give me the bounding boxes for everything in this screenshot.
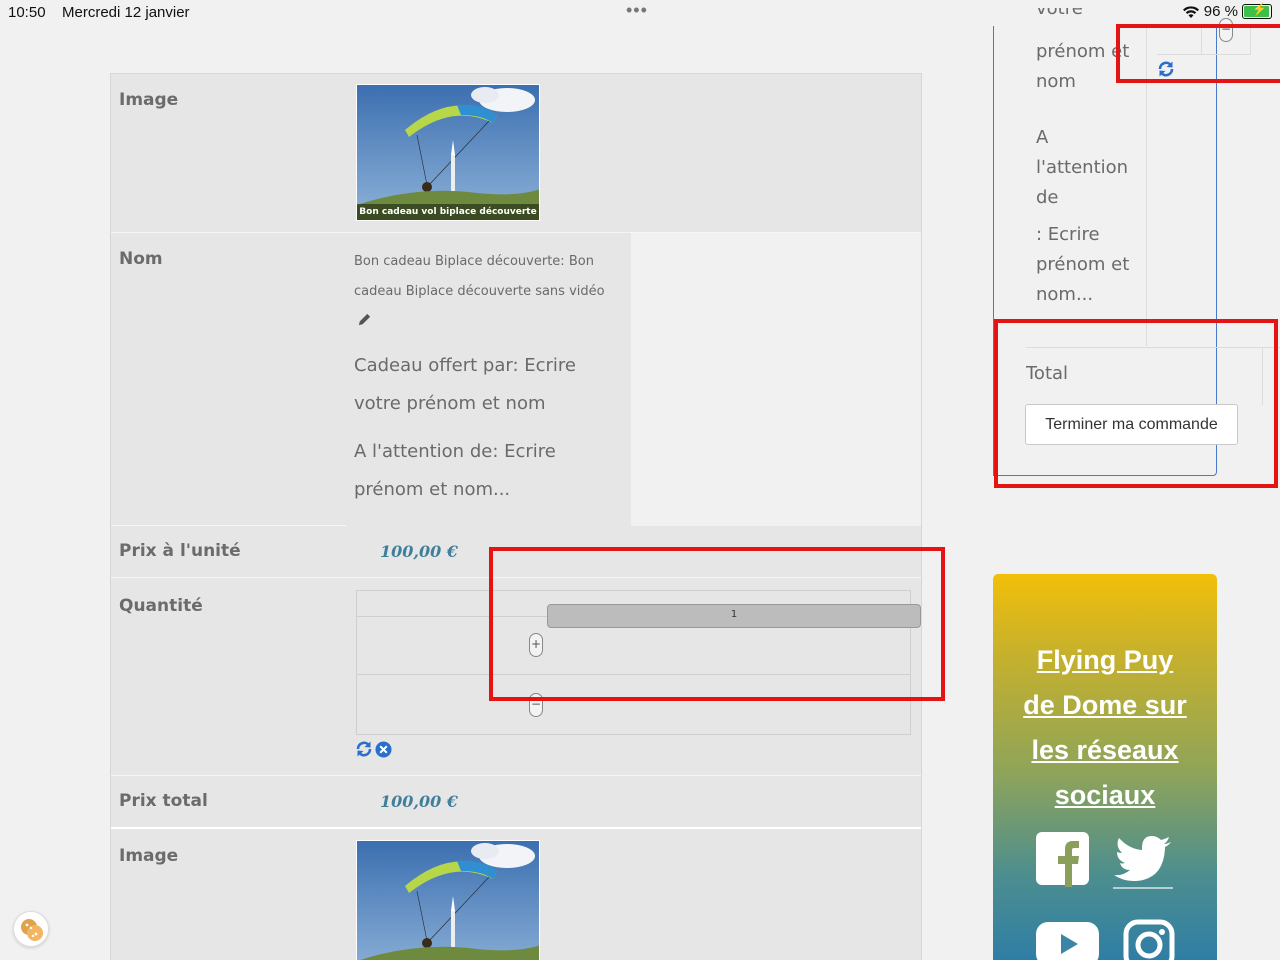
social-widget: Flying Puy de Dome sur les réseaux socia… bbox=[993, 574, 1217, 960]
gift-from-text: Cadeau offert par: Ecrire votre prénom e… bbox=[354, 355, 577, 414]
cart-row-total-price: Prix total 100,00 € bbox=[111, 776, 921, 829]
status-bar: 10:50 Mercredi 12 janvier ••• 96 % ⚡ bbox=[0, 0, 1280, 26]
youtube-icon[interactable] bbox=[1036, 922, 1099, 960]
multitasking-dots-icon[interactable]: ••• bbox=[626, 0, 648, 21]
wifi-icon bbox=[1182, 5, 1199, 18]
summary-text-7: prénom et bbox=[1036, 254, 1130, 275]
quantity-label: Quantité bbox=[119, 596, 203, 616]
annotation-box-top-right bbox=[1116, 24, 1280, 83]
social-title-link[interactable]: Flying Puy de Dome sur les réseaux socia… bbox=[993, 638, 1217, 818]
remove-icon[interactable] bbox=[375, 741, 392, 758]
battery-icon: ⚡ bbox=[1242, 2, 1272, 19]
pencil-icon[interactable] bbox=[357, 312, 372, 327]
summary-text-8: nom... bbox=[1036, 284, 1094, 305]
cookie-icon bbox=[21, 919, 43, 941]
summary-text-6: : Ecrire bbox=[1036, 224, 1100, 245]
attention-text: A l'attention de: Ecrire prénom et nom..… bbox=[354, 441, 556, 500]
image-caption: Bon cadeau vol biplace découverte bbox=[357, 204, 539, 220]
cart-row-image: Image Bon cadeau vol biplace découverte bbox=[111, 74, 921, 233]
summary-text-3: A bbox=[1036, 127, 1049, 148]
summary-text-4: l'attention bbox=[1036, 157, 1129, 178]
status-date: Mercredi 12 janvier bbox=[62, 4, 190, 21]
annotation-box-total bbox=[994, 319, 1278, 488]
twitter-icon[interactable] bbox=[1113, 834, 1173, 890]
battery-percent: 96 % bbox=[1203, 3, 1238, 20]
cart-row-name: Nom Bon cadeau Biplace découverte: Bon c… bbox=[111, 233, 921, 526]
facebook-icon[interactable] bbox=[1036, 832, 1089, 887]
name-cell: Bon cadeau Biplace découverte: Bon cadea… bbox=[346, 233, 631, 526]
unit-price-value: 100,00 € bbox=[380, 542, 458, 561]
total-price-label: Prix total bbox=[119, 791, 208, 811]
refresh-icon[interactable] bbox=[355, 740, 373, 758]
total-price-value: 100,00 € bbox=[380, 792, 458, 811]
image-label: Image bbox=[119, 90, 179, 110]
status-time: 10:50 bbox=[8, 4, 46, 21]
product-image[interactable]: Bon cadeau vol biplace découverte bbox=[356, 84, 540, 221]
cart-row-image-2: Image bbox=[111, 831, 921, 960]
instagram-icon[interactable] bbox=[1123, 919, 1175, 960]
annotation-box-quantity bbox=[489, 547, 945, 701]
cookie-settings-button[interactable] bbox=[13, 911, 49, 947]
summary-text-5: de bbox=[1036, 187, 1059, 208]
image-label-2: Image bbox=[119, 846, 179, 866]
product-name: Bon cadeau Biplace découverte: Bon cadea… bbox=[354, 254, 605, 299]
product-image-2[interactable] bbox=[356, 840, 540, 960]
summary-text-2: nom bbox=[1036, 71, 1076, 92]
name-label: Nom bbox=[119, 249, 163, 269]
summary-text-partial: votre bbox=[1036, 8, 1083, 19]
cart-table: Image Bon cadeau vol biplace découverte … bbox=[110, 73, 922, 960]
unit-price-label: Prix à l'unité bbox=[119, 541, 241, 561]
